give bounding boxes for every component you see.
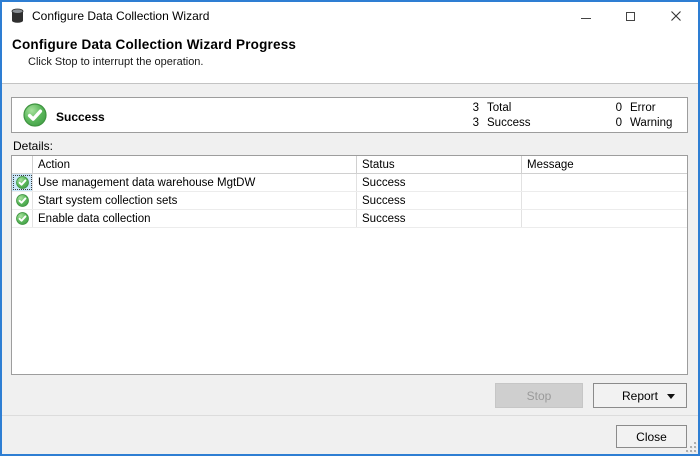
- summary-stats: 3 Total 0 Error 3 Success 0 Warning: [464, 102, 673, 130]
- row-message: [522, 192, 687, 209]
- table-row[interactable]: Use management data warehouse MgtDW Succ…: [12, 174, 687, 192]
- column-header-icon[interactable]: [12, 156, 33, 173]
- page-title: Configure Data Collection Wizard Progres…: [12, 37, 297, 52]
- success-check-icon: [15, 176, 29, 189]
- minimize-button[interactable]: [563, 2, 608, 30]
- success-check-icon: [23, 103, 47, 127]
- success-check-icon: [15, 212, 29, 225]
- row-status-icon-cell[interactable]: [12, 210, 33, 227]
- page-subtitle: Click Stop to interrupt the operation.: [28, 56, 204, 68]
- window-title: Configure Data Collection Wizard: [32, 9, 210, 23]
- dropdown-arrow-icon: [667, 394, 675, 399]
- row-message: [522, 174, 687, 191]
- stat-error-value: 0: [615, 102, 622, 114]
- report-button[interactable]: Report: [593, 383, 687, 408]
- maximize-icon: [626, 11, 635, 21]
- status-label: Success: [56, 110, 105, 124]
- stat-warning-label: Warning: [630, 117, 673, 129]
- summary-banner: Success 3 Total 0 Error 3 Success 0 Warn…: [11, 97, 688, 133]
- database-icon: [10, 8, 25, 24]
- column-header-status[interactable]: Status: [357, 156, 522, 173]
- footer-divider: [2, 415, 698, 416]
- stat-success-label: Success: [487, 117, 531, 129]
- close-icon: [670, 11, 681, 21]
- row-status: Success: [357, 210, 522, 227]
- stop-button[interactable]: Stop: [495, 383, 583, 408]
- row-status-icon-cell[interactable]: [12, 174, 33, 191]
- row-action: Enable data collection: [33, 210, 357, 227]
- caption-buttons: [563, 2, 698, 30]
- table-row[interactable]: Enable data collection Success: [12, 210, 687, 228]
- row-message: [522, 210, 687, 227]
- row-action: Use management data warehouse MgtDW: [33, 174, 357, 191]
- stat-total-label: Total: [487, 102, 512, 114]
- row-action: Start system collection sets: [33, 192, 357, 209]
- wizard-header: Configure Data Collection Wizard Progres…: [2, 30, 698, 84]
- row-status: Success: [357, 192, 522, 209]
- title-bar[interactable]: Configure Data Collection Wizard: [2, 2, 698, 30]
- wizard-dialog: Configure Data Collection Wizard Configu…: [0, 0, 700, 456]
- details-table: Action Status Message Use management dat…: [11, 155, 688, 375]
- minimize-icon: [580, 18, 591, 19]
- success-check-icon: [15, 194, 29, 207]
- report-button-label: Report: [621, 388, 659, 403]
- stat-error-label: Error: [630, 102, 656, 114]
- column-header-message[interactable]: Message: [522, 156, 687, 173]
- table-row[interactable]: Start system collection sets Success: [12, 192, 687, 210]
- row-status: Success: [357, 174, 522, 191]
- maximize-button[interactable]: [608, 2, 653, 30]
- stat-success-value: 3: [472, 117, 479, 129]
- stat-total-value: 3: [472, 102, 479, 114]
- stat-warning-value: 0: [615, 117, 622, 129]
- table-body: Use management data warehouse MgtDW Succ…: [12, 174, 687, 228]
- details-label: Details:: [13, 139, 54, 153]
- close-button[interactable]: Close: [616, 425, 687, 448]
- close-window-button[interactable]: [653, 2, 698, 30]
- column-header-action[interactable]: Action: [33, 156, 357, 173]
- resize-grip[interactable]: [684, 440, 696, 452]
- table-header-row: Action Status Message: [12, 156, 687, 174]
- row-status-icon-cell[interactable]: [12, 192, 33, 209]
